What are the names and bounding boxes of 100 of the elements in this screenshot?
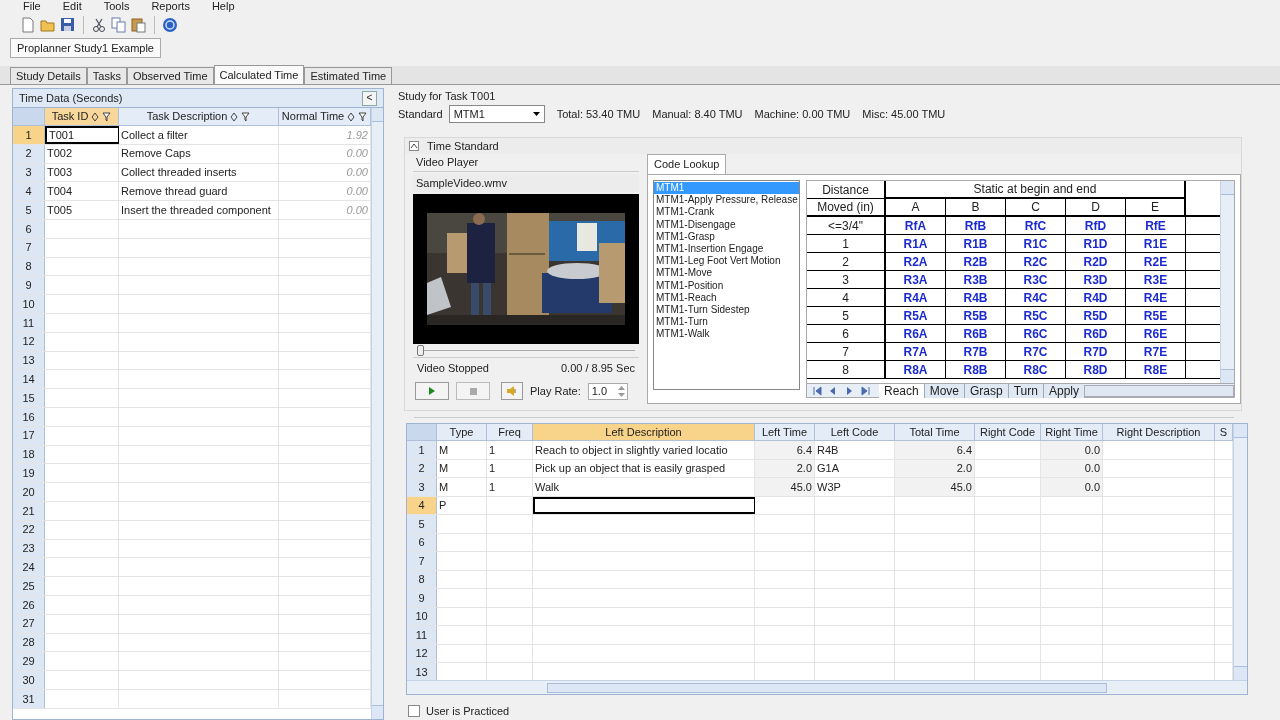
stop-button[interactable] (456, 382, 490, 400)
code-link[interactable]: R2B (946, 253, 1006, 270)
sheet-navigation-icon[interactable] (811, 384, 873, 397)
spinner-icon[interactable] (615, 383, 627, 399)
code-link[interactable]: R3A (886, 271, 946, 288)
code-link[interactable]: RfD (1066, 217, 1126, 234)
speaker-icon[interactable] (507, 386, 517, 396)
row-header[interactable]: 7 (407, 552, 437, 570)
row-header[interactable]: 19 (13, 464, 45, 483)
code-link[interactable]: R3C (1006, 271, 1066, 288)
code-link[interactable]: R2C (1006, 253, 1066, 270)
column-header[interactable]: S (1215, 424, 1233, 440)
code-link[interactable]: RfE (1126, 217, 1186, 234)
column-header[interactable]: Left Time (755, 424, 815, 440)
copy-icon[interactable] (111, 17, 127, 33)
vertical-scrollbar[interactable] (1233, 424, 1247, 680)
code-link[interactable]: R4D (1066, 289, 1126, 306)
list-item[interactable]: MTM1-Crank (654, 206, 799, 219)
code-link[interactable]: R5A (886, 307, 946, 324)
sheet-tab[interactable]: Grasp (964, 383, 1008, 398)
list-item[interactable]: MTM1-Reach (654, 291, 799, 304)
slider-thumb[interactable] (417, 345, 424, 356)
code-link[interactable]: R8A (886, 361, 946, 378)
code-link[interactable]: R4C (1006, 289, 1066, 306)
code-link[interactable]: R2D (1066, 253, 1126, 270)
menu-item[interactable]: Help (211, 0, 235, 12)
list-item[interactable]: MTM1-Walk (654, 328, 799, 341)
column-header[interactable]: Left Description (533, 424, 755, 440)
code-link[interactable]: R1D (1066, 235, 1126, 252)
new-file-icon[interactable] (20, 17, 36, 33)
code-link[interactable]: R7E (1126, 343, 1186, 360)
code-link[interactable]: RfC (1006, 217, 1066, 234)
tab[interactable]: Estimated Time (304, 67, 393, 84)
play-button[interactable] (415, 382, 449, 400)
column-header[interactable]: Task Description (119, 108, 279, 125)
code-link[interactable]: R6C (1006, 325, 1066, 342)
code-link[interactable]: R6E (1126, 325, 1186, 342)
list-item[interactable]: MTM1-Turn Sidestep (654, 303, 799, 317)
column-header[interactable]: Freq (487, 424, 533, 440)
horizontal-scrollbar[interactable] (1084, 384, 1234, 397)
checkbox[interactable] (408, 705, 420, 718)
code-link[interactable]: R5D (1066, 307, 1126, 324)
list-item[interactable]: MTM1-Position (654, 279, 799, 292)
row-header[interactable]: 13 (407, 663, 437, 680)
column-header[interactable]: Total Time (895, 424, 975, 440)
code-link[interactable]: R5C (1006, 307, 1066, 324)
code-link[interactable]: R1B (946, 235, 1006, 252)
menu-item[interactable]: Edit (62, 0, 82, 12)
row-header[interactable]: 11 (407, 626, 437, 644)
filter-icon[interactable] (102, 111, 112, 122)
code-link[interactable]: RfA (886, 217, 946, 234)
list-item[interactable]: MTM1-Apply Pressure, Release (654, 194, 799, 207)
column-header[interactable]: Type (437, 424, 487, 440)
column-header[interactable]: Normal Time (279, 108, 371, 125)
code-link[interactable]: R5E (1126, 307, 1186, 324)
cut-icon[interactable] (91, 17, 107, 33)
sort-icon[interactable] (347, 111, 356, 122)
code-link[interactable]: R8D (1066, 361, 1126, 378)
document-tab[interactable]: Proplanner Study1 Example (10, 38, 161, 58)
dropdown-arrow-icon[interactable] (532, 112, 540, 116)
sheet-tab[interactable]: Turn (1007, 383, 1043, 398)
horizontal-scrollbar[interactable] (407, 680, 1247, 694)
stop-icon[interactable] (469, 387, 477, 395)
code-link[interactable]: R6D (1066, 325, 1126, 342)
code-link[interactable]: R1E (1126, 235, 1186, 252)
code-link[interactable]: R6A (886, 325, 946, 342)
tab[interactable]: Calculated Time (213, 65, 305, 84)
row-header[interactable]: 24 (13, 558, 45, 577)
code-link[interactable]: R7B (946, 343, 1006, 360)
sort-icon[interactable] (230, 111, 239, 122)
code-link[interactable]: R3B (946, 271, 1006, 288)
code-link[interactable]: R8B (946, 361, 1006, 378)
row-header[interactable]: 15 (13, 389, 45, 407)
tab[interactable]: Observed Time (126, 67, 214, 84)
save-icon[interactable] (60, 17, 76, 33)
sheet-tab[interactable]: Move (923, 383, 965, 398)
vertical-scrollbar[interactable] (371, 108, 383, 719)
list-item[interactable]: MTM1-Turn (654, 316, 799, 329)
sound-button[interactable] (501, 382, 523, 400)
menu-item[interactable]: Reports (151, 0, 190, 12)
column-header[interactable]: Left Code (815, 424, 895, 440)
tab[interactable]: Code Lookup (647, 154, 727, 174)
sheet-tab[interactable]: Reach (879, 383, 924, 398)
play-rate-field[interactable]: 1.0 (587, 382, 628, 400)
code-link[interactable]: R4E (1126, 289, 1186, 306)
row-header[interactable]: 9 (407, 589, 437, 607)
help-icon[interactable] (162, 17, 178, 33)
row-header[interactable]: 5 (407, 515, 437, 533)
column-header[interactable]: Right Description (1103, 424, 1215, 440)
column-header[interactable]: Task ID (45, 108, 119, 125)
row-header[interactable]: 10 (13, 295, 45, 313)
code-link[interactable]: R4B (946, 289, 1006, 306)
list-item[interactable]: MTM1-Move (654, 267, 799, 280)
menu-item[interactable]: Tools (103, 0, 130, 12)
row-header[interactable]: 4 (13, 182, 45, 201)
row-header[interactable]: 1 (407, 441, 437, 459)
row-header[interactable]: 9 (13, 276, 45, 295)
play-icon[interactable] (429, 387, 435, 395)
column-header[interactable]: Right Code (975, 424, 1041, 440)
row-header[interactable]: 5 (13, 201, 45, 219)
